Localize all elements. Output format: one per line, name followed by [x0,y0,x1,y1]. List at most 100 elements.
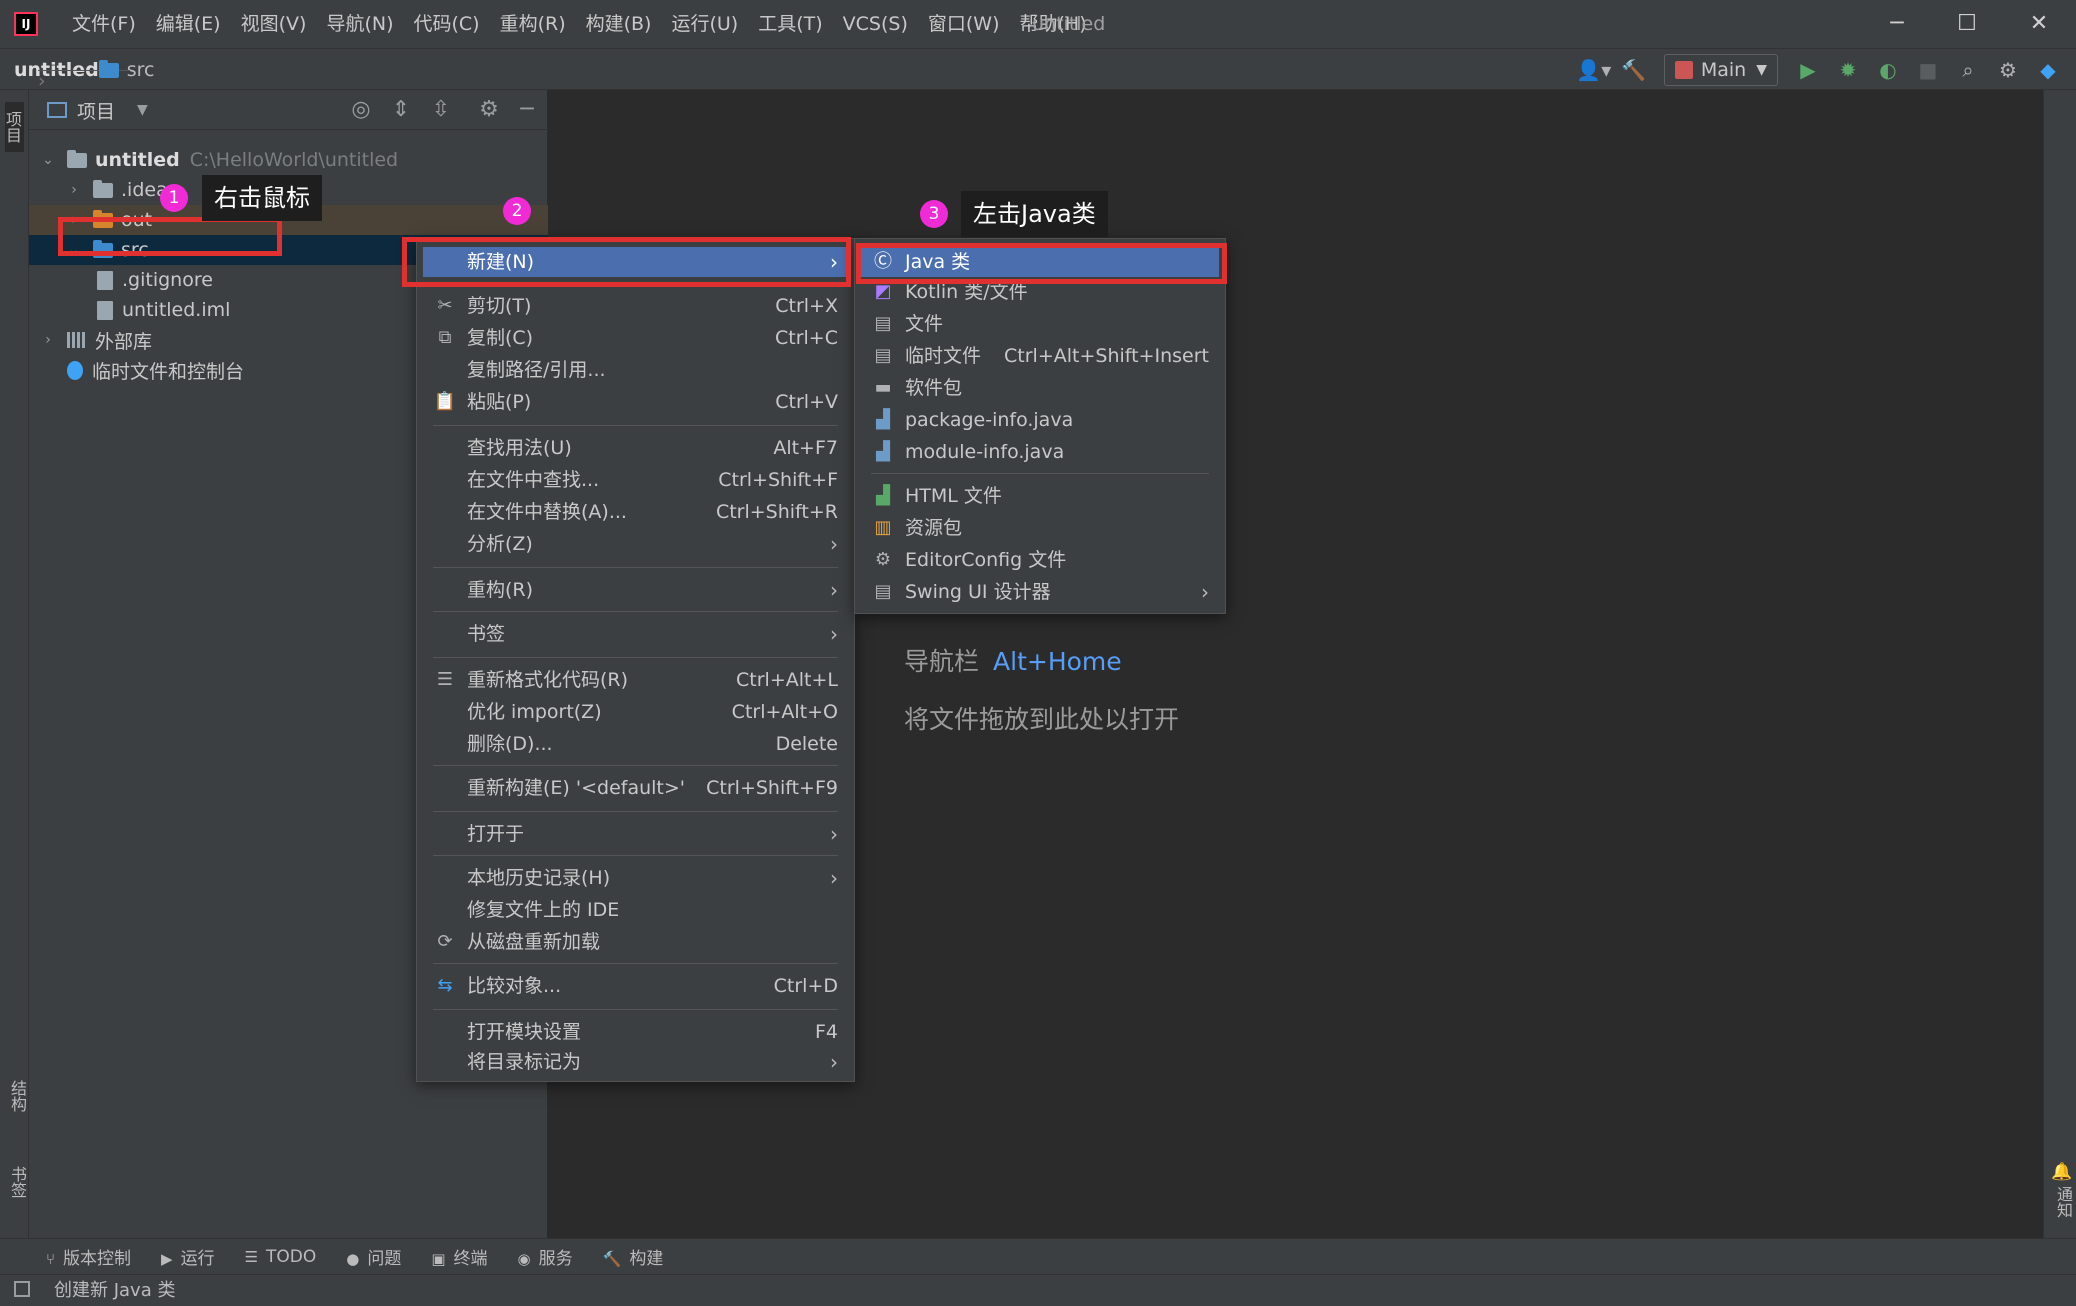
menu-item-scratch[interactable]: ▤ 临时文件 Ctrl+Alt+Shift+Insert [861,341,1219,371]
menu-separator [433,425,838,426]
run-icon[interactable]: ▶ [1788,49,1828,91]
menu-item-repair-ide[interactable]: 修复文件上的 IDE [423,895,848,925]
menu-item-delete[interactable]: 删除(D)... Delete [423,729,848,759]
hide-panel-icon[interactable]: ─ [507,90,547,130]
jetbrains-icon[interactable]: ◆ [2028,49,2068,91]
project-view-icon [47,102,67,118]
menu-item-label: module-info.java [905,441,1065,463]
tab-todo[interactable]: ☰ TODO [245,1247,317,1267]
menu-item-mark-directory[interactable]: 将目录标记为 › [423,1047,848,1077]
menu-item-optimize-imports[interactable]: 优化 import(Z) Ctrl+Alt+O [423,697,848,727]
menu-navigate[interactable]: 导航(N) [316,0,403,48]
collapse-all-icon[interactable]: ⇳ [421,90,461,130]
menu-separator [433,811,838,812]
bookmarks-tool-tab[interactable]: 书签 [5,1166,29,1198]
project-tool-tab[interactable]: 项目 [3,102,24,152]
menu-item-resource-bundle[interactable]: ▥ 资源包 [861,513,1219,543]
user-icon[interactable]: 👤▾ [1574,49,1614,91]
minimize-button[interactable]: ─ [1862,0,1932,48]
menu-window[interactable]: 窗口(W) [918,0,1010,48]
menu-run[interactable]: 运行(U) [661,0,748,48]
tab-version-control[interactable]: ⑂ 版本控制 [46,1244,131,1269]
menu-item-compare[interactable]: ⇆ 比较对象... Ctrl+D [423,971,848,1001]
drop-files-hint: 将文件拖放到此处以打开 [904,705,1180,734]
run-config-icon [1674,61,1693,79]
menu-vcs[interactable]: VCS(S) [833,0,918,48]
menu-build[interactable]: 构建(B) [576,0,662,48]
locate-icon[interactable]: ◎ [341,90,381,130]
menu-file[interactable]: 文件(F) [62,0,146,48]
menu-item-paste[interactable]: 📋 粘贴(P) Ctrl+V [423,387,848,417]
tree-item-label: .gitignore [122,269,213,291]
run-config-selector[interactable]: Main ▼ [1663,54,1778,86]
breadcrumb: untitled › src [14,49,155,92]
structure-tool-tab[interactable]: 结构 [5,1080,29,1112]
menu-item-package-info[interactable]: ▟ package-info.java [861,405,1219,435]
menu-item-rebuild[interactable]: 重新构建(E) '<default>' Ctrl+Shift+F9 [423,773,848,803]
tab-run[interactable]: ▶ 运行 [161,1244,215,1269]
build-hammer-icon[interactable]: 🔨 [1614,49,1654,91]
menu-separator [871,473,1209,474]
menu-tools[interactable]: 工具(T) [748,0,832,48]
annotation-callout-1: 右击鼠标 [202,175,322,221]
navbar-hint-shortcut: Alt+Home [993,647,1122,676]
tab-terminal[interactable]: ▣ 终端 [431,1244,487,1269]
stop-icon[interactable]: ■ [1908,49,1948,91]
menu-item-local-history[interactable]: 本地历史记录(H) › [423,863,848,893]
tab-problems[interactable]: ● 问题 [346,1244,401,1269]
menu-item-reload-from-disk[interactable]: ⟳ 从磁盘重新加载 [423,927,848,957]
menu-refactor[interactable]: 重构(R) [490,0,576,48]
menu-item-shortcut: Ctrl+Alt+O [731,701,838,723]
debug-icon[interactable]: ✹ [1828,49,1868,91]
menu-item-file[interactable]: ▤ 文件 [861,309,1219,339]
menu-item-copy[interactable]: ⧉ 复制(C) Ctrl+C [423,323,848,353]
toggle-tool-windows-icon[interactable] [14,1281,30,1297]
tool-tab-label: 构建 [629,1249,664,1269]
menu-item-shortcut: Ctrl+Shift+F9 [706,777,838,799]
menu-edit[interactable]: 编辑(E) [146,0,231,48]
tree-root-label: untitled [95,149,180,171]
close-button[interactable]: ✕ [2004,0,2074,48]
menu-item-package[interactable]: ▬ 软件包 [861,373,1219,403]
menu-item-label: 分析(Z) [467,533,533,555]
menu-code[interactable]: 代码(C) [403,0,489,48]
tree-item-root[interactable]: ⌄ untitled C:\HelloWorld\untitled [29,145,548,175]
menu-item-open-in[interactable]: 打开于 › [423,819,848,849]
maximize-button[interactable]: ☐ [1932,0,2002,48]
breadcrumb-folder[interactable]: src [127,59,155,81]
gear-icon[interactable]: ⚙ [1988,49,2028,91]
menu-item-label: 比较对象... [467,975,562,997]
menu-item-swing-designer[interactable]: ▤ Swing UI 设计器 › [861,577,1219,607]
gear-icon[interactable]: ⚙ [469,90,509,130]
menu-item-replace-in-files[interactable]: 在文件中替换(A)... Ctrl+Shift+R [423,497,848,527]
menu-item-module-info[interactable]: ▟ module-info.java [861,437,1219,467]
menu-item-label: package-info.java [905,409,1074,431]
menu-item-find-usages[interactable]: 查找用法(U) Alt+F7 [423,433,848,463]
menu-item-label: 重新格式化代码(R) [467,669,629,691]
notifications-tool-tab[interactable]: 通知 [2051,1186,2075,1218]
menu-item-refactor[interactable]: 重构(R) › [423,575,848,605]
menu-item-shortcut: F4 [814,1021,838,1043]
menu-view[interactable]: 视图(V) [231,0,317,48]
expand-all-icon[interactable]: ⇕ [381,90,421,130]
run-config-label: Main [1700,59,1747,81]
menu-item-analyze[interactable]: 分析(Z) › [423,529,848,559]
project-view-selector[interactable]: 项目 ▼ [47,90,148,130]
menu-item-cut[interactable]: ✂ 剪切(T) Ctrl+X [423,291,848,321]
menu-item-find-in-files[interactable]: 在文件中查找... Ctrl+Shift+F [423,465,848,495]
menu-item-reformat[interactable]: ☰ 重新格式化代码(R) Ctrl+Alt+L [423,665,848,695]
main-toolbar: 👤▾ 🔨 Main ▼ ▶ ✹ ◐ ■ ⌕ ⚙ ◆ [1574,49,2068,91]
menu-item-module-settings[interactable]: 打开模块设置 F4 [423,1017,848,1047]
status-bar: 创建新 Java 类 [0,1274,2076,1306]
coverage-icon[interactable]: ◐ [1868,49,1908,91]
clipboard-icon: 📋 [433,391,457,412]
menu-item-editorconfig[interactable]: ⚙ EditorConfig 文件 [861,545,1219,575]
menu-item-bookmarks[interactable]: 书签 › [423,619,848,649]
tab-build[interactable]: 🔨 构建 [603,1244,664,1269]
search-icon[interactable]: ⌕ [1948,49,1988,91]
list-icon: ☰ [244,1247,259,1266]
menu-item-html[interactable]: ▟ HTML 文件 [861,481,1219,511]
menu-item-label: 从磁盘重新加载 [467,931,601,953]
tab-services[interactable]: ◉ 服务 [518,1244,573,1269]
menu-item-copy-path[interactable]: 复制路径/引用... [423,355,848,385]
